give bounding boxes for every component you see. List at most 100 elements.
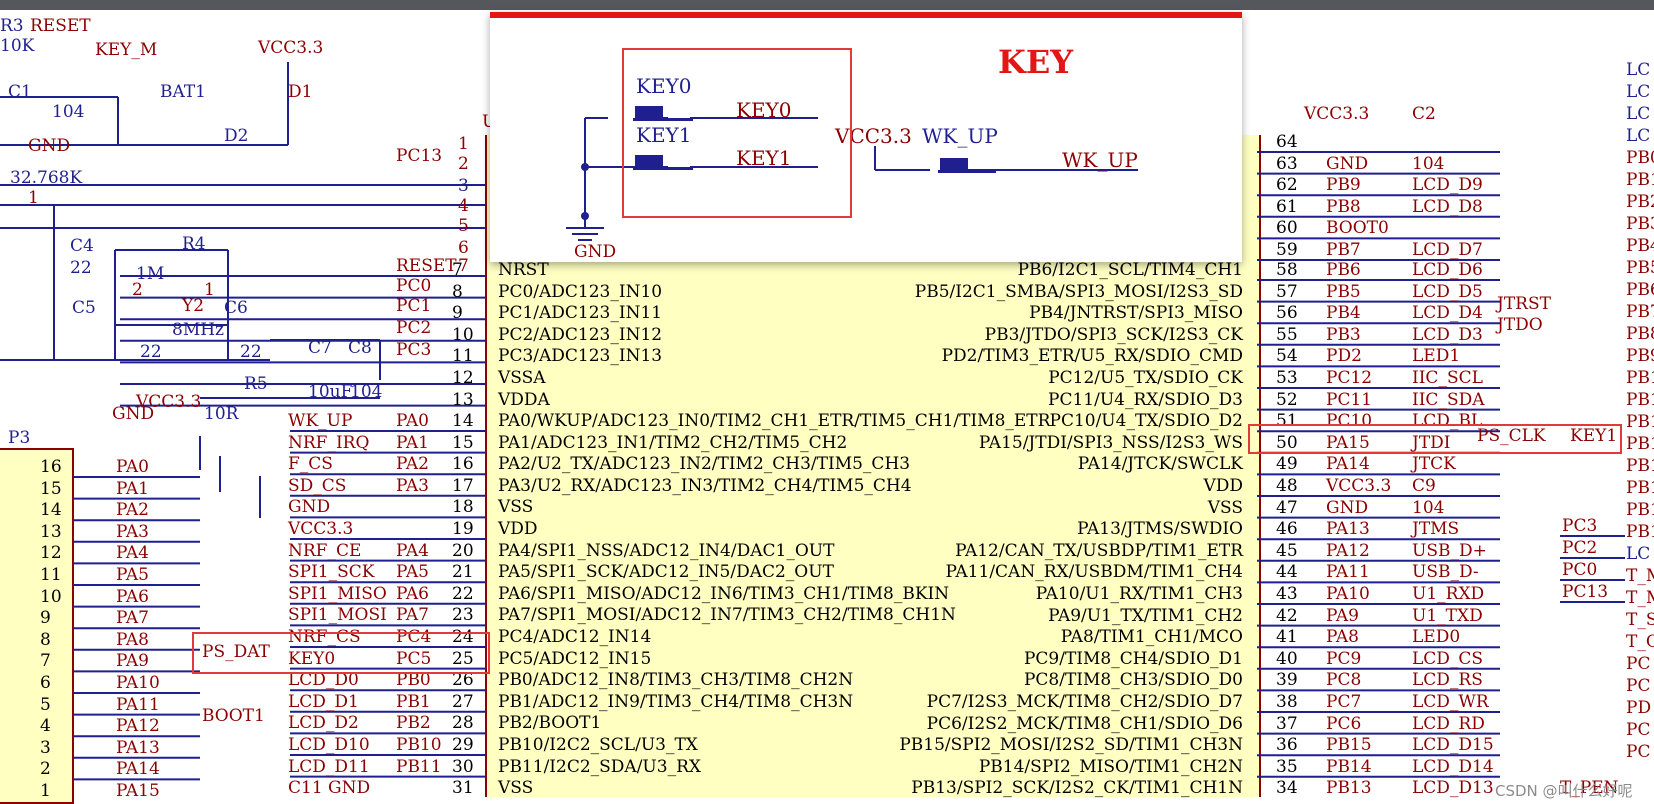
net-label: SPI1_MOSI (288, 605, 387, 626)
net-label: USB_D- (1412, 562, 1479, 583)
far-right-label: PD (1626, 698, 1652, 718)
wkup-net-label: WK_UP (1062, 148, 1138, 172)
pin-number: 8 (452, 281, 463, 302)
component-label: VCC3.3 (136, 392, 202, 412)
connector-net: PA1 (116, 478, 149, 499)
port-label: PA7 (396, 605, 429, 626)
net-label: LCD_D8 (1412, 196, 1483, 217)
component-label: R4 (182, 234, 206, 254)
pin-function: PB1/ADC12_IN9/TIM3_CH4/TIM8_CH3N (498, 691, 854, 712)
net-label: C9 (1412, 476, 1436, 496)
net-label: JTDO (1497, 315, 1543, 335)
component-label: 22 (240, 342, 262, 362)
far-right-label: PB1 (1626, 522, 1654, 542)
pin-number: 31 (452, 778, 474, 799)
component-label: PC0 (396, 276, 432, 296)
pin-number: 61 (1276, 196, 1298, 217)
connector-pin-number: 2 (40, 759, 51, 780)
pin-number: 38 (1276, 692, 1298, 712)
port-label: VCC3.3 (1326, 476, 1392, 496)
port-label: PB4 (1326, 303, 1361, 324)
connector-net: PA12 (116, 716, 160, 737)
far-right-label: T_S (1626, 610, 1654, 630)
net-label: LCD_D14 (1412, 756, 1494, 777)
port-label: PC8 (1326, 670, 1362, 691)
net-label: JTMS (1412, 519, 1460, 540)
far-right-label: PC (1626, 654, 1651, 674)
port-label: PB14 (1326, 756, 1372, 777)
connector-net: PA3 (116, 521, 149, 542)
pin-number: 60 (1276, 218, 1298, 239)
pin-number: 39 (1276, 670, 1298, 691)
connector-net: PA10 (116, 673, 160, 693)
component-label: Y2 (182, 296, 205, 316)
pin-function: VSS (498, 778, 534, 799)
pin-function: PA1/ADC123_IN1/TIM2_CH2/TIM5_CH2 (498, 432, 848, 453)
far-right-label: PB7 (1626, 302, 1654, 322)
far-right-label: PB9 (1626, 346, 1654, 366)
connector-net: PA11 (116, 694, 160, 715)
component-label: D2 (224, 126, 249, 146)
net-label: LCD_WR (1412, 692, 1489, 712)
pin-number: 14 (452, 411, 474, 431)
component-label: 1 (204, 280, 215, 300)
pin-function: PA8/TIM1_CH1/MCO (1060, 627, 1243, 648)
net-label: VCC3.3 (288, 519, 354, 539)
pin-number: 18 (452, 497, 474, 518)
pin-function: PA3/U2_RX/ADC123_IN3/TIM2_CH4/TIM5_CH4 (498, 475, 912, 496)
pin-number: 46 (1276, 519, 1298, 540)
component-label: 10K (0, 36, 35, 56)
pin-function: PA0/WKUP/ADC123_IN0/TIM2_CH1_ETR/TIM5_CH… (498, 411, 1051, 431)
component-label: 4 (458, 196, 469, 216)
net-label: C2 (1412, 104, 1436, 124)
connector-pin-number: 9 (40, 608, 51, 629)
pin-function: PC4/ADC12_IN14 (498, 627, 652, 647)
port-label: PA8 (1326, 627, 1359, 648)
net-label: JTCK (1412, 454, 1456, 475)
gnd-label: GND (574, 242, 617, 262)
port-label: PA12 (1326, 540, 1370, 561)
pin-function: PB15/SPI2_MOSI/I2S2_SD/TIM1_CH3N (899, 735, 1243, 756)
component-label: PC3 (396, 340, 432, 360)
port-label: PC9 (1326, 648, 1362, 669)
highlight-ps-clk-key1 (1248, 424, 1622, 454)
component-label: 7 (458, 256, 469, 276)
pin-function: PC9/TIM8_CH4/SDIO_D1 (1023, 648, 1243, 669)
far-right-label: PC13 (1562, 582, 1609, 602)
key-zoom-panel: KEY KEY0 KEY0 KEY1 KEY1 VCC3.3 WK_UP WK_… (490, 12, 1242, 262)
net-label: LCD_RS (1412, 670, 1483, 691)
pin-function: PA12/CAN_TX/USBDP/TIM1_ETR (955, 540, 1243, 561)
pin-number: 34 (1276, 778, 1298, 799)
highlight-key-switches (622, 48, 852, 218)
connector-pin-number: 10 (40, 586, 62, 607)
far-right-label: PB3 (1626, 214, 1654, 234)
pin-number: 63 (1276, 153, 1298, 174)
far-right-label: PB1 (1626, 456, 1654, 476)
component-label: C5 (72, 298, 96, 318)
component-label: 2 (458, 154, 469, 174)
pin-function: VSS (1207, 497, 1243, 518)
far-right-label: PB2 (1626, 192, 1654, 212)
component-label: 2 (132, 280, 143, 300)
component-label: PC2 (396, 318, 432, 338)
p3-connector-body (0, 448, 74, 804)
component-label: R3 (0, 16, 24, 36)
port-label: PC7 (1326, 692, 1362, 712)
pin-function: NRST (498, 260, 549, 280)
net-label: LED1 (1412, 346, 1461, 367)
pin-number: 11 (452, 346, 474, 367)
pin-number: 17 (452, 475, 474, 496)
pin-number: 58 (1276, 260, 1298, 280)
pin-number: 62 (1276, 175, 1298, 196)
net-label: LCD_D11 (288, 756, 370, 777)
wkup-switch-label: WK_UP (922, 124, 998, 148)
pin-number: 22 (452, 583, 474, 604)
pin-number: 41 (1276, 627, 1298, 648)
pin-function: PA10/U1_RX/TIM1_CH3 (1035, 584, 1243, 604)
far-right-label: PC (1626, 676, 1651, 696)
far-right-label: LC (1626, 104, 1651, 124)
net-label: LCD_D13 (1412, 778, 1494, 799)
port-label: PA6 (396, 583, 429, 604)
pin-function: PC8/TIM8_CH3/SDIO_D0 (1023, 670, 1243, 691)
net-label: SD_CS (288, 475, 347, 496)
